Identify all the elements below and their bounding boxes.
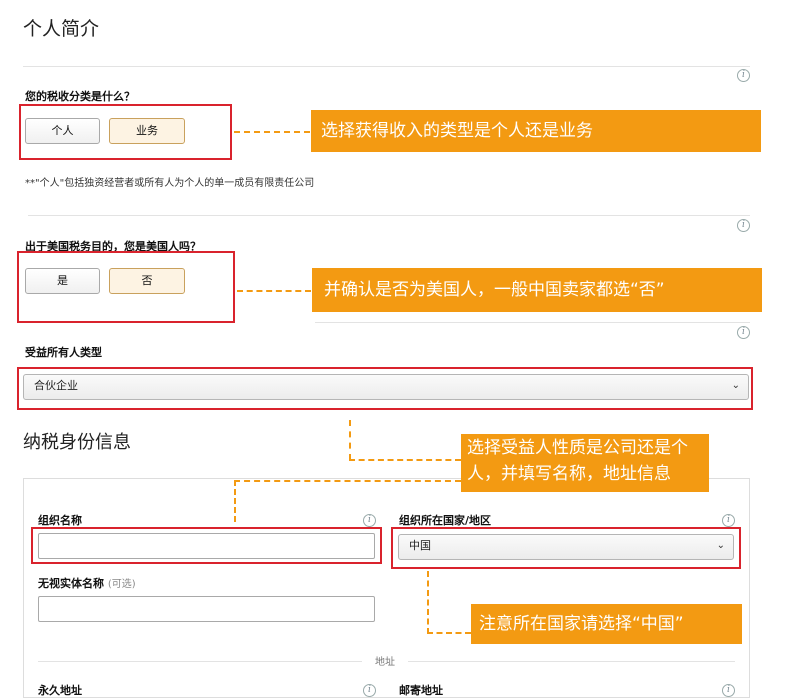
callout-beneficiary: 选择受益人性质是公司还是个 人，并填写名称，地址信息 [461,434,709,492]
info-icon[interactable]: i [737,69,750,82]
callout-tax-class: 选择获得收入的类型是个人还是业务 [311,110,761,152]
highlight-box [19,104,232,160]
divider [408,661,735,662]
info-icon[interactable]: i [737,326,750,339]
mailing-address-label: 邮寄地址 [399,684,443,697]
callout-country: 注意所在国家请选择“中国” [471,604,742,644]
callout-us-person: 并确认是否为美国人，一般中国卖家都选“否” [312,268,762,312]
callout-connector [234,131,310,133]
divider [315,322,750,323]
callout-connector [237,290,311,292]
callout-connector [427,632,471,634]
info-icon[interactable]: i [722,684,735,697]
optional-tag: (可选) [107,579,136,590]
dba-label: 无视实体名称 (可选) [38,575,136,591]
info-icon[interactable]: i [363,514,376,527]
divider [38,661,362,662]
callout-connector [234,480,236,522]
dba-label-text: 无视实体名称 [38,577,104,590]
org-name-label: 组织名称 [38,514,82,527]
highlight-box [31,527,382,564]
country-label: 组织所在国家/地区 [399,514,492,527]
callout-connector [427,571,429,634]
highlight-box [17,367,753,410]
highlight-box [391,527,741,569]
info-icon[interactable]: i [722,514,735,527]
info-icon[interactable]: i [363,684,376,697]
section-title-tax-identity: 纳税身份信息 [23,432,131,453]
divider [28,215,750,216]
info-icon[interactable]: i [737,219,750,232]
callout-connector [349,420,351,460]
address-divider-label: 地址 [375,657,395,668]
highlight-box [17,251,235,323]
permanent-address-label: 永久地址 [38,684,82,697]
tax-class-note: **"个人"包括独资经营者或所有人为个人的单一成员有限责任公司 [25,178,315,189]
beneficiary-label: 受益所有人类型 [25,346,102,359]
tax-class-question: 您的税收分类是什么？ [25,90,135,103]
page-title: 个人简介 [23,18,100,40]
callout-line: 选择受益人性质是公司还是个 [467,438,688,458]
divider [23,66,750,67]
callout-connector [234,480,461,482]
callout-line: 人，并填写名称，地址信息 [467,464,671,484]
dba-input[interactable] [38,596,375,622]
callout-connector [349,459,461,461]
